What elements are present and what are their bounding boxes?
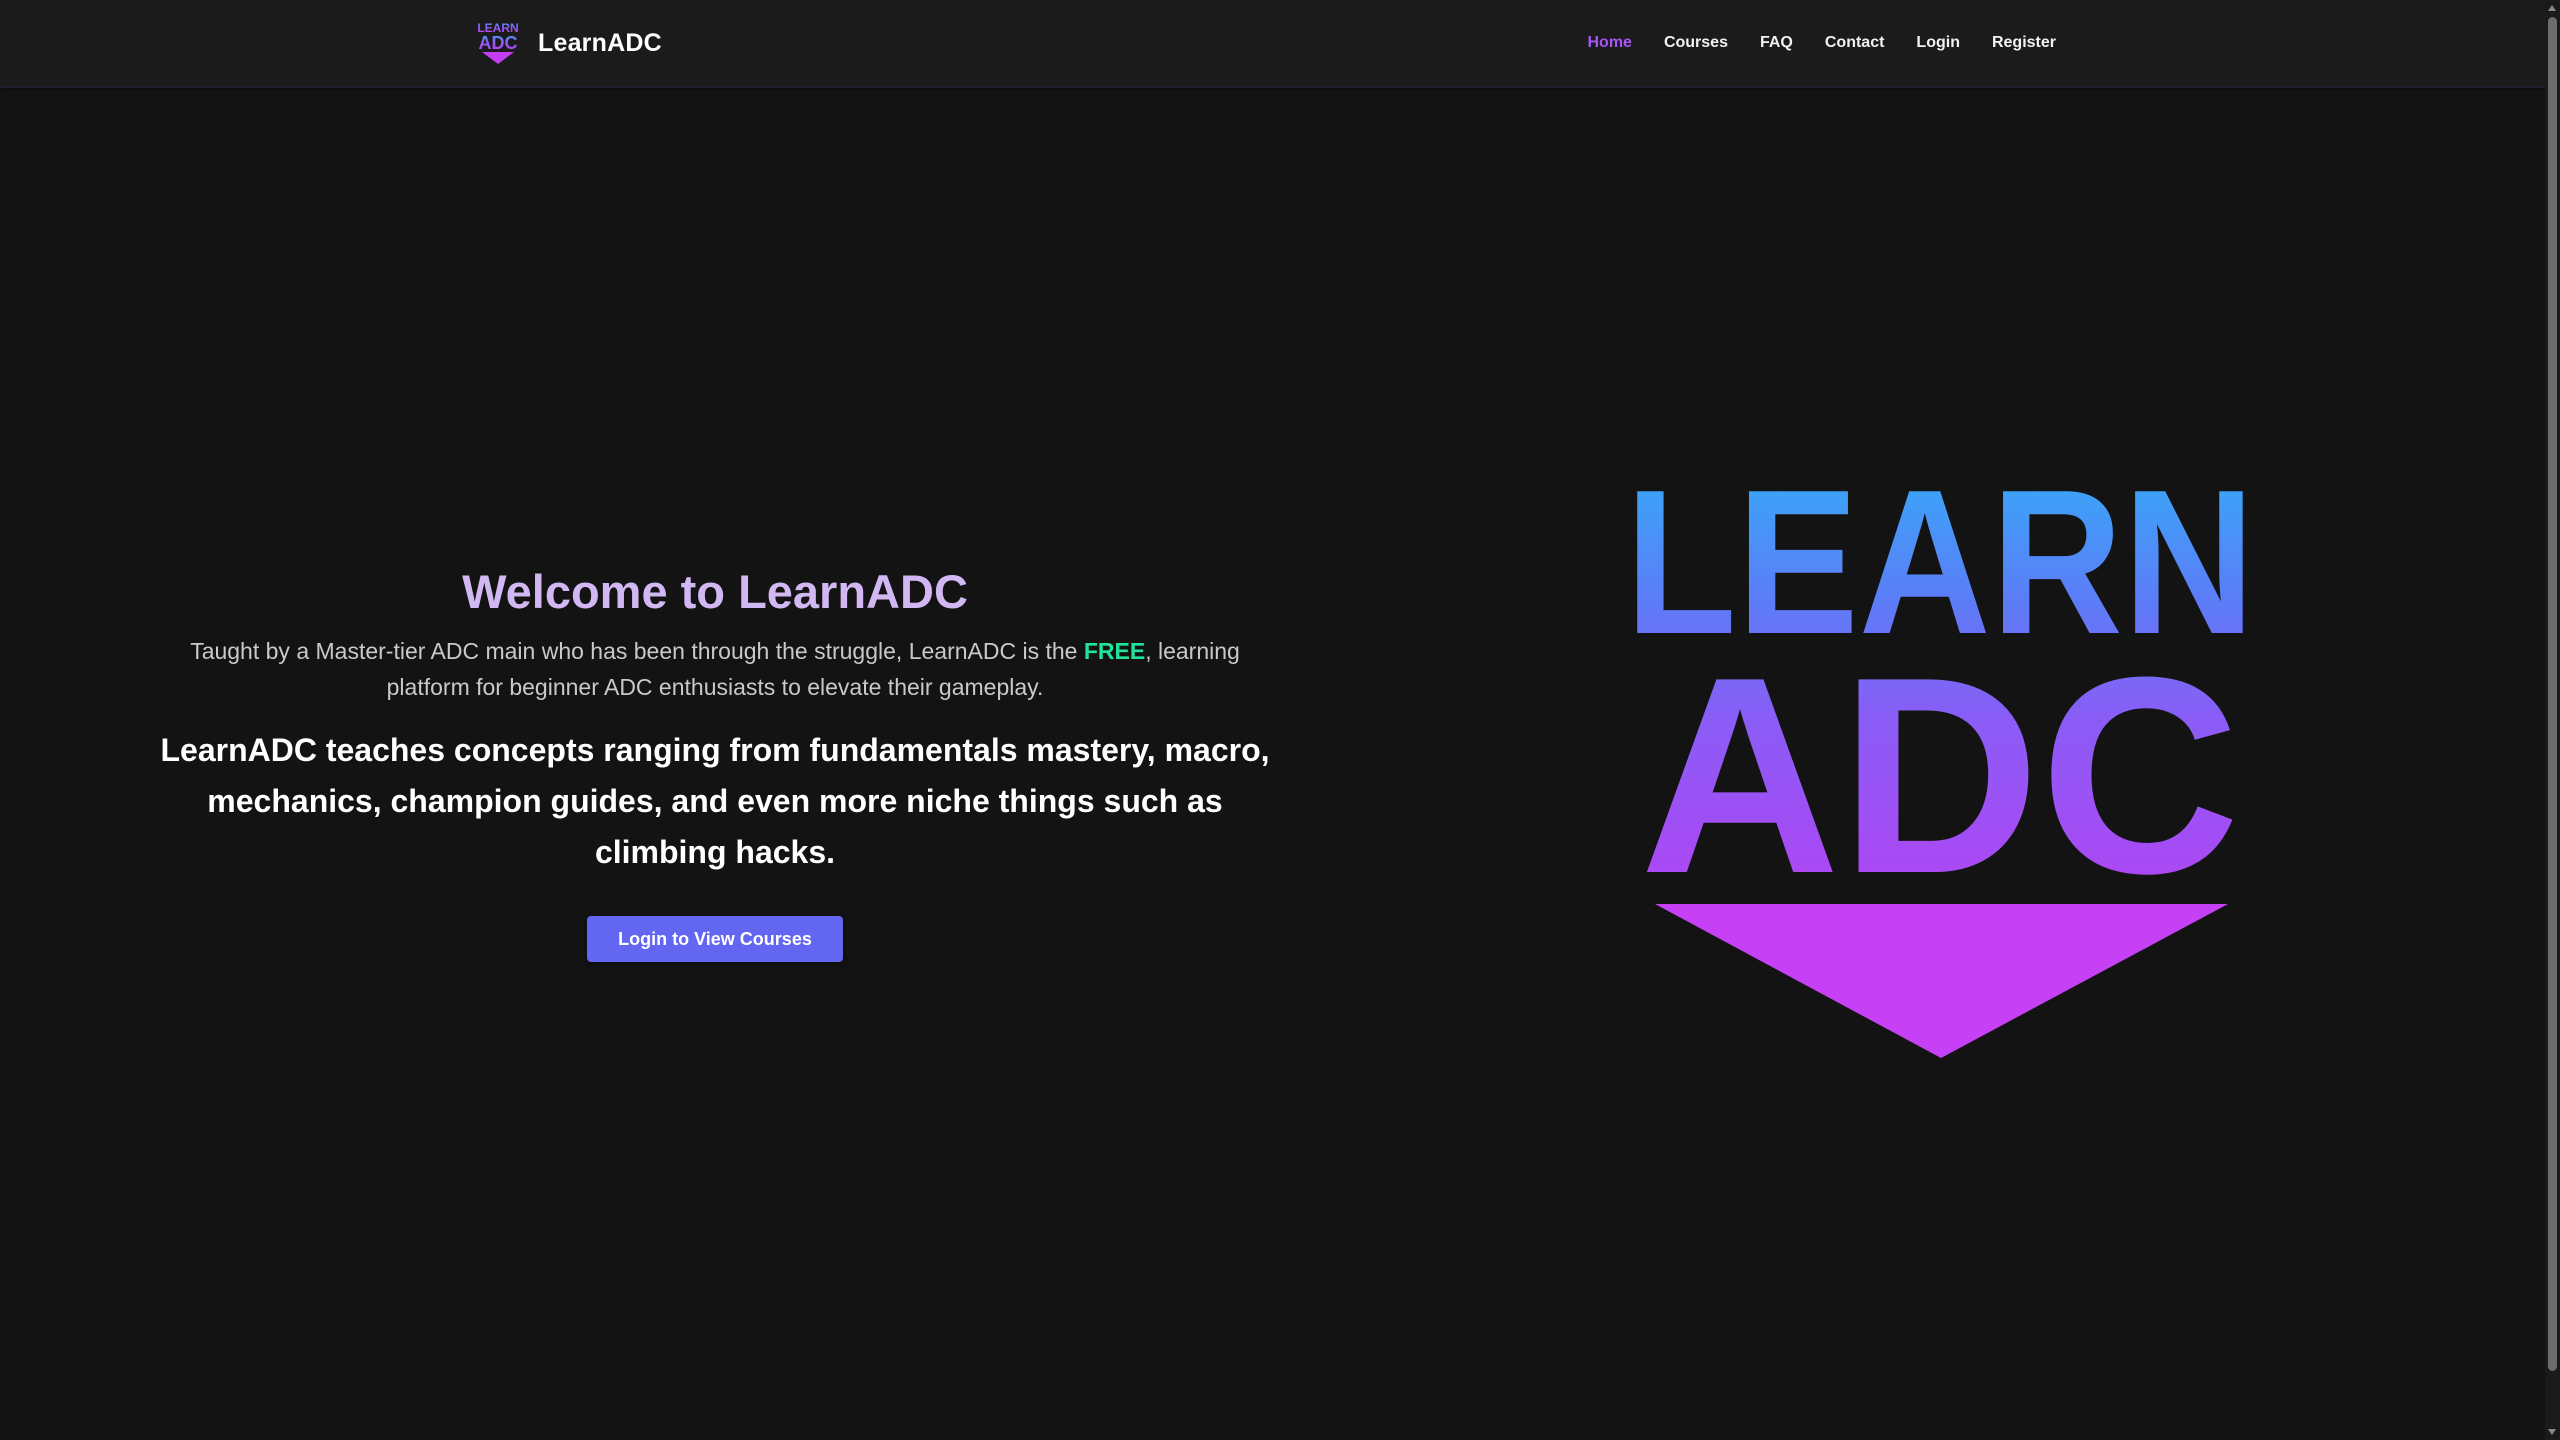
hero-desc-before: Taught by a Master-tier ADC main who has… bbox=[190, 638, 1084, 664]
svg-text:ADC: ADC bbox=[479, 33, 518, 53]
brand-name: LearnADC bbox=[538, 28, 662, 57]
hero-concepts: LearnADC teaches concepts ranging from f… bbox=[160, 732, 1270, 870]
scroll-thumb[interactable] bbox=[2548, 17, 2557, 1371]
hero-title: Welcome to LearnADC bbox=[462, 565, 968, 618]
nav-link-faq[interactable]: FAQ bbox=[1760, 34, 1793, 52]
nav-link-contact[interactable]: Contact bbox=[1825, 34, 1885, 52]
learnadc-logo-icon: LEARN ADC bbox=[477, 21, 519, 64]
nav-links: Home Courses FAQ Contact Login Register bbox=[1587, 0, 2056, 86]
nav-link-courses[interactable]: Courses bbox=[1664, 34, 1728, 52]
free-highlight: FREE bbox=[1083, 638, 1146, 664]
hero-logo-adc-text: ADC bbox=[1640, 620, 2240, 932]
hero-content: Welcome to LearnADC Taught by a Master-t… bbox=[150, 555, 1280, 962]
hero-logo-arrow bbox=[1655, 904, 2228, 1058]
hero-description: Taught by a Master-tier ADC main who has… bbox=[165, 633, 1265, 705]
login-to-view-courses-button[interactable]: Login to View Courses bbox=[587, 916, 843, 962]
brand-link[interactable]: LEARN ADC LearnADC bbox=[472, 18, 662, 68]
navbar: LEARN ADC LearnADC Home Courses FAQ Cont… bbox=[0, 0, 2545, 88]
vertical-scrollbar[interactable] bbox=[2545, 0, 2560, 1440]
page: LEARN ADC LearnADC Home Courses FAQ Cont… bbox=[0, 0, 2560, 1440]
scroll-down-arrow-icon[interactable] bbox=[2548, 1429, 2556, 1435]
nav-link-register[interactable]: Register bbox=[1992, 34, 2056, 52]
scroll-up-arrow-icon[interactable] bbox=[2548, 5, 2556, 11]
nav-link-home[interactable]: Home bbox=[1587, 34, 1631, 52]
learnadc-hero-logo: LEARN ADC bbox=[1625, 470, 2255, 1058]
nav-link-login[interactable]: Login bbox=[1916, 34, 1960, 52]
